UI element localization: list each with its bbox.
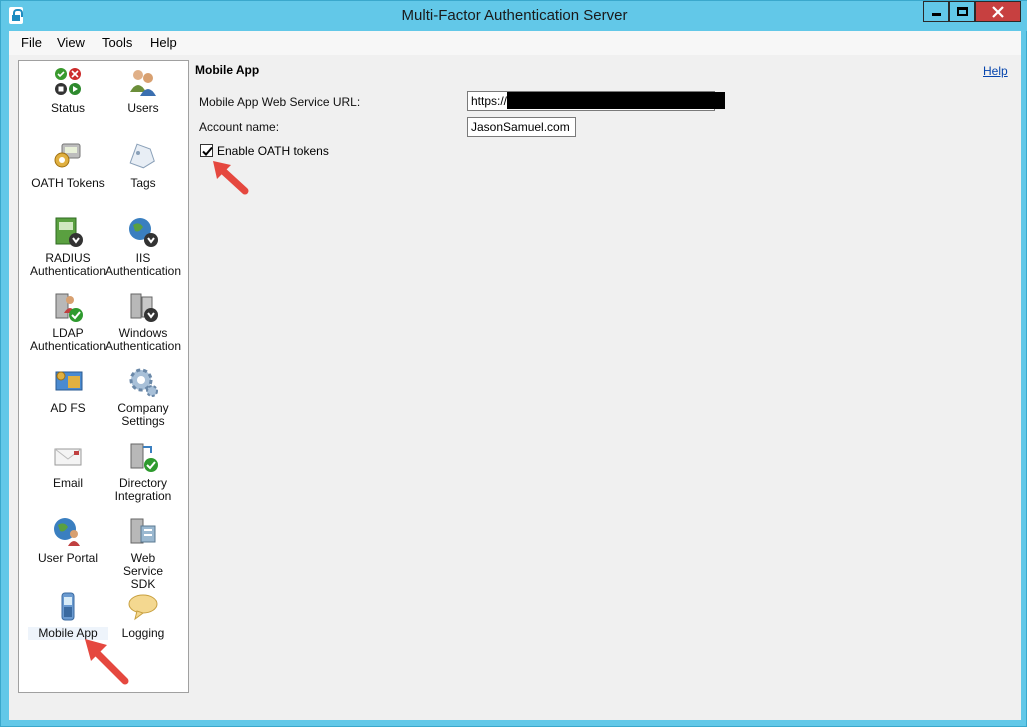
client-area: File View Tools Help Status Users OATH T… <box>9 31 1021 720</box>
menu-bar: File View Tools Help <box>9 31 1021 55</box>
menu-view[interactable]: View <box>57 35 85 50</box>
logging-speech-bubble-icon <box>128 594 158 621</box>
nav-item-web-service-sdk[interactable]: Web Service SDK <box>98 516 188 591</box>
email-icon <box>54 448 82 466</box>
app-window: Multi-Factor Authentication Server File … <box>0 0 1027 727</box>
directory-integration-icon <box>130 443 158 472</box>
gear-icon <box>129 368 158 397</box>
nav-item-company-settings[interactable]: Company Settings <box>103 366 183 428</box>
status-icon <box>55 68 81 95</box>
tags-icon <box>129 143 155 169</box>
menu-file[interactable]: File <box>21 35 42 50</box>
minimize-icon <box>931 13 941 16</box>
nav-label-radius: RADIUS Authentication <box>29 251 107 278</box>
user-portal-icon <box>54 518 80 546</box>
nav-item-status[interactable]: Status <box>28 66 108 115</box>
account-name-label: Account name: <box>199 120 280 134</box>
users-icon <box>130 70 156 96</box>
nav-label-ldap: LDAP Authentication <box>29 326 107 353</box>
nav-label-web-service-sdk: Web Service SDK <box>122 551 163 591</box>
nav-item-windows[interactable]: Windows Authentication <box>98 291 188 353</box>
nav-label-adfs: AD FS <box>50 401 86 415</box>
radius-icon <box>55 217 83 247</box>
navigation-panel: Status Users OATH Tokens Tags RADIUS Aut… <box>18 60 189 693</box>
nav-label-company-settings: Company Settings <box>117 401 169 428</box>
adfs-icon <box>55 371 83 391</box>
nav-label-email: Email <box>52 476 83 490</box>
redaction-bar <box>507 92 725 109</box>
windows-auth-icon <box>130 293 158 322</box>
web-service-sdk-icon <box>130 518 156 544</box>
nav-label-tags: Tags <box>130 176 156 190</box>
annotation-arrow-checkbox <box>213 161 249 195</box>
close-button[interactable] <box>975 1 1021 22</box>
title-bar[interactable]: Multi-Factor Authentication Server <box>1 1 1027 31</box>
menu-tools[interactable]: Tools <box>102 35 132 50</box>
enable-oath-checkbox[interactable] <box>200 144 213 157</box>
web-service-url-label: Mobile App Web Service URL: <box>199 95 361 109</box>
window-title: Multi-Factor Authentication Server <box>401 7 628 24</box>
maximize-button[interactable] <box>949 1 975 22</box>
oath-token-icon <box>54 143 81 168</box>
page-title: Mobile App <box>195 63 260 77</box>
nav-item-email[interactable]: Email <box>28 441 108 490</box>
mobile-phone-icon <box>61 592 75 621</box>
enable-oath-label: Enable OATH tokens <box>217 144 329 158</box>
iis-globe-icon <box>129 218 158 247</box>
content-panel: Mobile App Help Mobile App Web Service U… <box>189 60 1021 720</box>
nav-label-directory-integration: Directory Integration <box>114 476 172 503</box>
nav-item-users[interactable]: Users <box>103 66 183 115</box>
menu-help[interactable]: Help <box>150 35 177 50</box>
minimize-button[interactable] <box>923 1 949 22</box>
maximize-icon <box>956 7 968 16</box>
nav-item-iis[interactable]: IIS Authentication <box>98 216 188 278</box>
nav-label-status: Status <box>50 101 86 115</box>
annotation-arrow-mobile-app <box>85 639 129 685</box>
nav-item-directory-integration[interactable]: Directory Integration <box>98 441 188 503</box>
ldap-icon <box>55 293 83 322</box>
close-icon <box>992 6 1004 18</box>
nav-label-windows: Windows Authentication <box>104 326 182 353</box>
help-link[interactable]: Help <box>983 64 1008 78</box>
nav-item-tags[interactable]: Tags <box>103 141 183 190</box>
account-name-input[interactable] <box>467 117 576 137</box>
nav-label-users: Users <box>127 101 159 115</box>
nav-label-iis: IIS Authentication <box>104 251 182 278</box>
nav-item-adfs[interactable]: AD FS <box>28 366 108 415</box>
